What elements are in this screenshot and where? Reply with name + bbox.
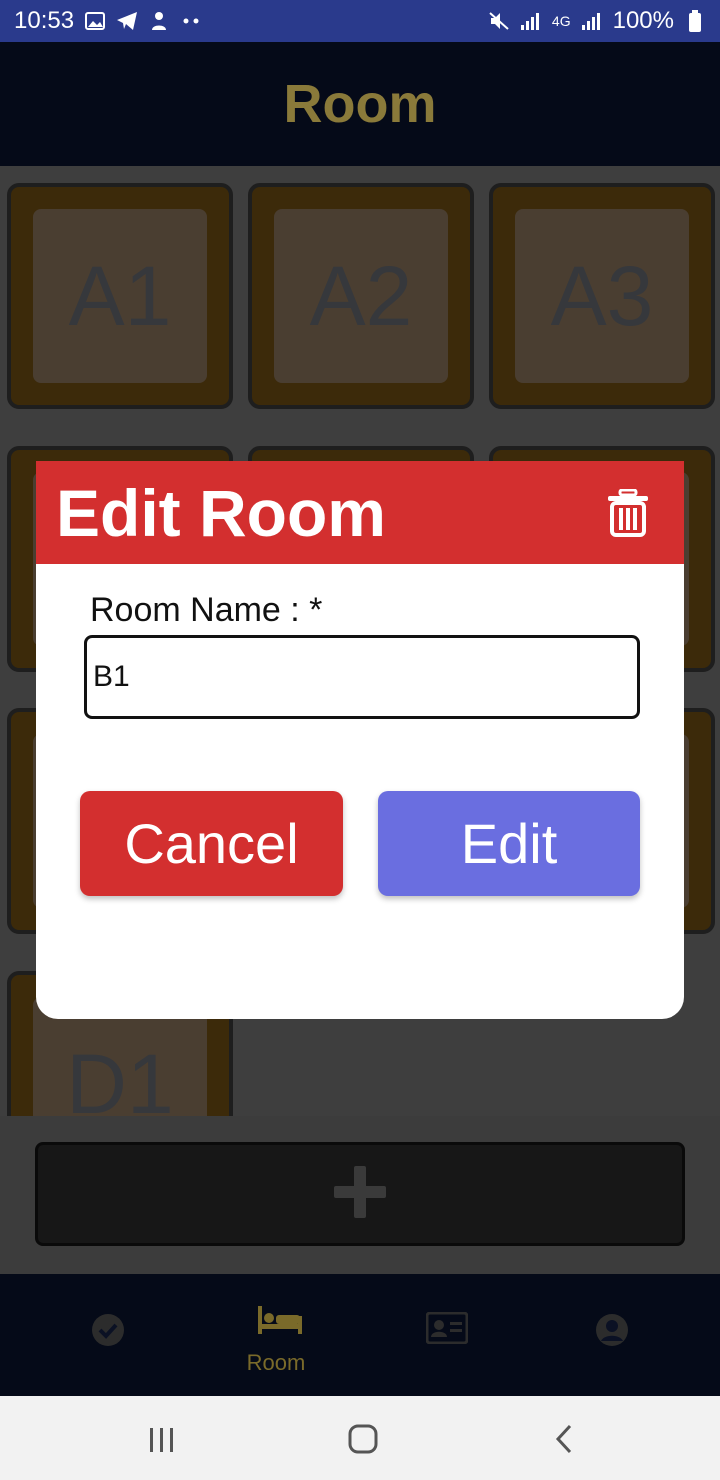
nav-item-profile[interactable] [522, 1274, 702, 1396]
battery-percent: 100% [612, 7, 674, 34]
bed-icon [258, 1306, 302, 1342]
telegram-icon [116, 10, 138, 32]
nav-item-tasks[interactable] [18, 1274, 198, 1396]
dialog-title: Edit Room [56, 476, 386, 550]
status-time: 10:53 [14, 7, 75, 34]
page-title: Room [283, 74, 437, 134]
id-card-icon [425, 1311, 469, 1348]
nav-item-contacts[interactable] [354, 1274, 534, 1396]
room-tile-label: A2 [309, 248, 413, 343]
dialog-header: Edit Room [36, 461, 684, 564]
battery-icon [684, 10, 706, 32]
gallery-icon [84, 10, 106, 32]
mute-icon [488, 10, 510, 32]
nav-item-room[interactable]: Room [186, 1274, 366, 1396]
cancel-button[interactable]: Cancel [80, 791, 343, 896]
room-tile-label: A3 [550, 248, 654, 343]
nav-label-room: Room [246, 1350, 306, 1375]
more-notifications-icon [180, 10, 202, 32]
edit-button[interactable]: Edit [378, 791, 640, 896]
signal-icon-2 [581, 10, 603, 32]
recent-apps-icon[interactable] [148, 1428, 176, 1457]
home-icon[interactable] [348, 1424, 378, 1459]
back-icon[interactable] [554, 1424, 574, 1459]
check-circle-icon [90, 1312, 126, 1348]
room-tile-a2[interactable]: A2 [248, 183, 474, 409]
edit-room-dialog: Edit Room Room Name : * Cancel Edit [36, 461, 684, 1019]
room-tile-a3[interactable]: A3 [489, 183, 715, 409]
user-circle-icon [594, 1312, 630, 1348]
room-tile-a1[interactable]: A1 [7, 183, 233, 409]
app-header: Room [0, 42, 720, 166]
system-nav-bar [0, 1396, 720, 1480]
add-room-button[interactable] [35, 1142, 685, 1246]
room-name-label: Room Name : * [90, 591, 323, 629]
room-tile-label: A1 [68, 248, 172, 343]
network-type: 4G [551, 13, 571, 29]
signal-icon [520, 10, 542, 32]
room-name-input[interactable] [84, 635, 640, 719]
plus-icon [332, 1164, 388, 1225]
trash-icon[interactable] [606, 488, 650, 537]
app-notification-icon [148, 10, 170, 32]
status-bar: 10:53 4G 100% [0, 0, 720, 42]
bottom-nav: Room [0, 1274, 720, 1396]
